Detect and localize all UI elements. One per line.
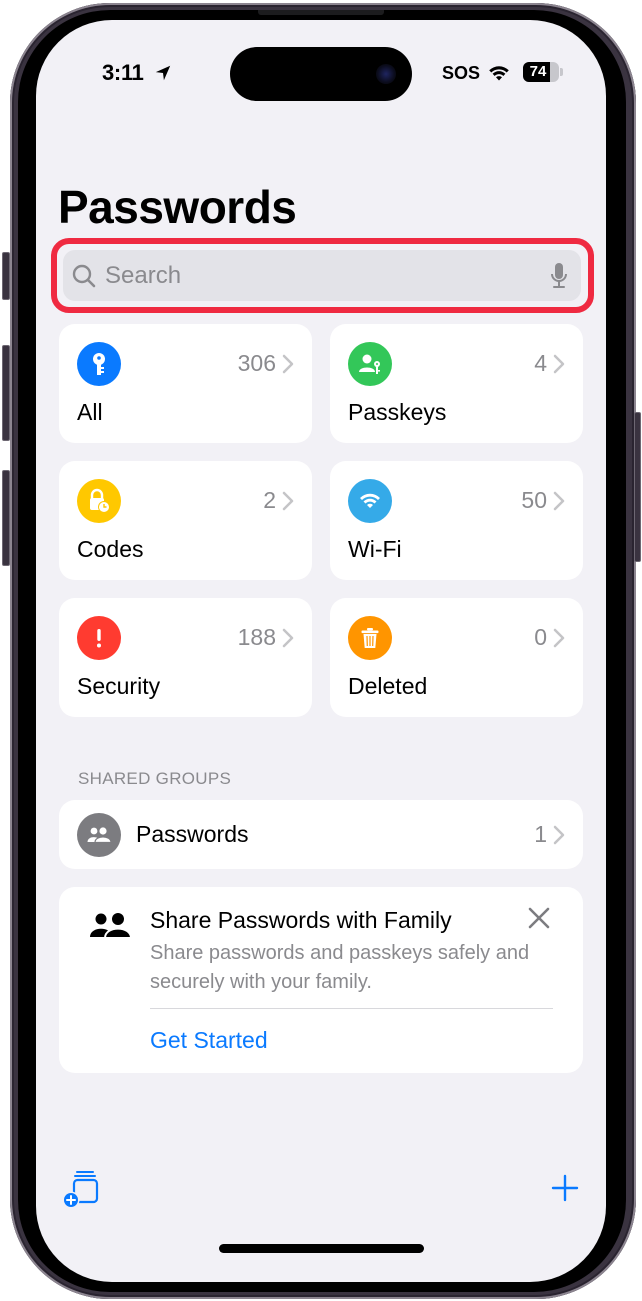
wifi-icon [348, 479, 392, 523]
action-button [2, 252, 10, 300]
home-indicator[interactable] [219, 1244, 424, 1253]
tile-count: 0 [534, 624, 547, 650]
volume-up-button [2, 345, 10, 441]
tile-label: All [77, 399, 103, 425]
search-placeholder: Search [105, 262, 182, 289]
power-button [634, 412, 641, 562]
camera-icon [376, 64, 396, 84]
share-card-title: Share Passwords with Family [150, 907, 452, 933]
dynamic-island [230, 47, 412, 101]
chevron-right-icon [553, 628, 565, 648]
carrier-status: SOS [442, 63, 481, 83]
trash-icon [348, 616, 392, 660]
chevron-right-icon [282, 354, 294, 374]
battery-percent: 74 [529, 63, 547, 80]
status-time: 3:11 [102, 60, 144, 85]
category-tile-passkeys[interactable]: 4 Passkeys [330, 324, 583, 443]
chevron-right-icon [282, 628, 294, 648]
microphone-icon[interactable] [549, 261, 569, 291]
chevron-right-icon [553, 354, 565, 374]
exclamation-icon [77, 616, 121, 660]
group-count: 1 [534, 821, 547, 847]
category-tile-all[interactable]: 306 All [59, 324, 312, 443]
category-tile-wifi[interactable]: 50 Wi-Fi [330, 461, 583, 580]
get-started-button[interactable]: Get Started [150, 1027, 268, 1054]
category-tile-security[interactable]: 188 Security [59, 598, 312, 717]
close-icon[interactable] [528, 907, 550, 929]
chevron-right-icon [553, 825, 565, 845]
search-input[interactable]: Search [63, 250, 581, 301]
page-title: Passwords [58, 181, 297, 233]
key-icon [77, 342, 121, 386]
status-bar: 3:11 SOS 74 [36, 20, 606, 120]
volume-down-button [2, 470, 10, 566]
search-icon [72, 264, 96, 288]
shared-groups-header: SHARED GROUPS [78, 769, 232, 788]
location-arrow-icon [155, 65, 171, 81]
tile-count: 4 [534, 350, 547, 376]
tile-count: 50 [521, 487, 547, 513]
category-tile-codes[interactable]: 2 Codes [59, 461, 312, 580]
battery-cap [560, 68, 563, 76]
speaker-grill [258, 10, 384, 15]
lock-clock-icon [77, 479, 121, 523]
chevron-right-icon [553, 491, 565, 511]
chevron-right-icon [282, 491, 294, 511]
tile-label: Security [77, 673, 161, 699]
group-icon [77, 813, 121, 857]
wifi-signal-icon [489, 66, 509, 81]
tile-label: Codes [77, 536, 144, 562]
share-family-card: Share Passwords with Family Share passwo… [59, 887, 583, 1073]
divider [150, 1008, 553, 1009]
tile-count: 188 [237, 624, 276, 650]
battery-indicator: 74 [523, 62, 559, 82]
person-key-icon [348, 342, 392, 386]
category-tile-deleted[interactable]: 0 Deleted [330, 598, 583, 717]
tile-label: Wi-Fi [348, 536, 402, 562]
tile-label: Deleted [348, 673, 428, 699]
shared-group-row[interactable]: Passwords 1 [59, 800, 583, 869]
family-icon [90, 913, 131, 939]
screen: 3:11 SOS 74 Passwords Search 306 All 4 P… [36, 20, 606, 1282]
tile-count: 306 [237, 350, 276, 376]
group-label: Passwords [136, 821, 249, 847]
tile-label: Passkeys [348, 399, 447, 425]
plus-icon[interactable] [551, 1174, 579, 1202]
share-card-description: Share passwords and passkeys safely and … [150, 942, 530, 993]
tile-count: 2 [263, 487, 276, 513]
new-shared-group-icon[interactable] [60, 1168, 102, 1208]
